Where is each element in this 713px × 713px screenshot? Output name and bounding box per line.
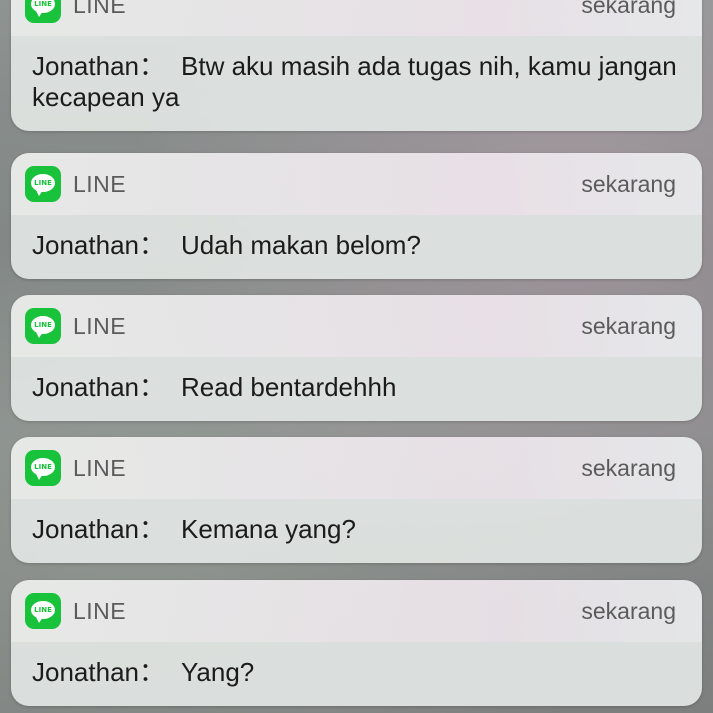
chat-bubble-icon: LINE [31, 0, 55, 17]
sender-separator: ： [138, 514, 165, 544]
message-text: Read bentardehhh [181, 372, 397, 402]
app-name: LINE [73, 455, 127, 481]
notification-time: sekarang [581, 598, 676, 624]
icon-label: LINE [34, 606, 52, 614]
notification-card[interactable]: LINE LINE sekarang Jonathan： Udah makan b… [11, 153, 702, 279]
icon-label: LINE [34, 179, 52, 187]
notification-body: Jonathan： Yang? [11, 642, 702, 706]
line-app-icon: LINE [25, 308, 61, 344]
notification-time: sekarang [581, 0, 676, 18]
notification-header: LINE LINE sekarang [11, 153, 702, 215]
notification-card[interactable]: LINE LINE sekarang Jonathan： Kemana yang? [11, 437, 702, 563]
chat-bubble-icon: LINE [31, 601, 55, 623]
notification-header: LINE LINE sekarang [11, 295, 702, 357]
chat-bubble-icon: LINE [31, 316, 55, 338]
app-name: LINE [73, 313, 127, 339]
notification-card[interactable]: LINE LINE sekarang Jonathan： Btw aku masi… [11, 0, 702, 131]
sender-name: Jonathan [32, 372, 139, 402]
icon-label: LINE [34, 463, 52, 471]
sender-separator: ： [138, 51, 165, 81]
sender-name: Jonathan [32, 230, 139, 260]
line-app-icon: LINE [25, 450, 61, 486]
line-app-icon: LINE [25, 0, 61, 23]
notification-time: sekarang [581, 455, 676, 481]
sender-separator: ： [138, 657, 165, 687]
notification-time: sekarang [581, 313, 676, 339]
line-app-icon: LINE [25, 166, 61, 202]
app-name: LINE [73, 598, 127, 624]
sender-name: Jonathan [32, 51, 139, 81]
notification-body: Jonathan： Read bentardehhh [11, 357, 702, 421]
sender-separator: ： [138, 372, 165, 402]
message-text: Udah makan belom? [181, 230, 421, 260]
icon-label: LINE [34, 0, 52, 8]
notification-card[interactable]: LINE LINE sekarang Jonathan： Yang? [11, 580, 702, 706]
notification-time: sekarang [581, 171, 676, 197]
sender-name: Jonathan [32, 514, 139, 544]
chat-bubble-icon: LINE [31, 458, 55, 480]
notification-body: Jonathan： Udah makan belom? [11, 215, 702, 279]
app-name: LINE [73, 0, 127, 18]
notification-header: LINE LINE sekarang [11, 0, 702, 36]
notification-card[interactable]: LINE LINE sekarang Jonathan： Read bentard… [11, 295, 702, 421]
message-text: Kemana yang? [181, 514, 356, 544]
message-text: Yang? [181, 657, 255, 687]
sender-name: Jonathan [32, 657, 139, 687]
notification-header: LINE LINE sekarang [11, 580, 702, 642]
icon-label: LINE [34, 321, 52, 329]
notification-header: LINE LINE sekarang [11, 437, 702, 499]
notification-body: Jonathan： Btw aku masih ada tugas nih, ka… [11, 36, 702, 131]
chat-bubble-icon: LINE [31, 174, 55, 196]
notification-body: Jonathan： Kemana yang? [11, 499, 702, 563]
sender-separator: ： [138, 230, 165, 260]
line-app-icon: LINE [25, 593, 61, 629]
app-name: LINE [73, 171, 127, 197]
